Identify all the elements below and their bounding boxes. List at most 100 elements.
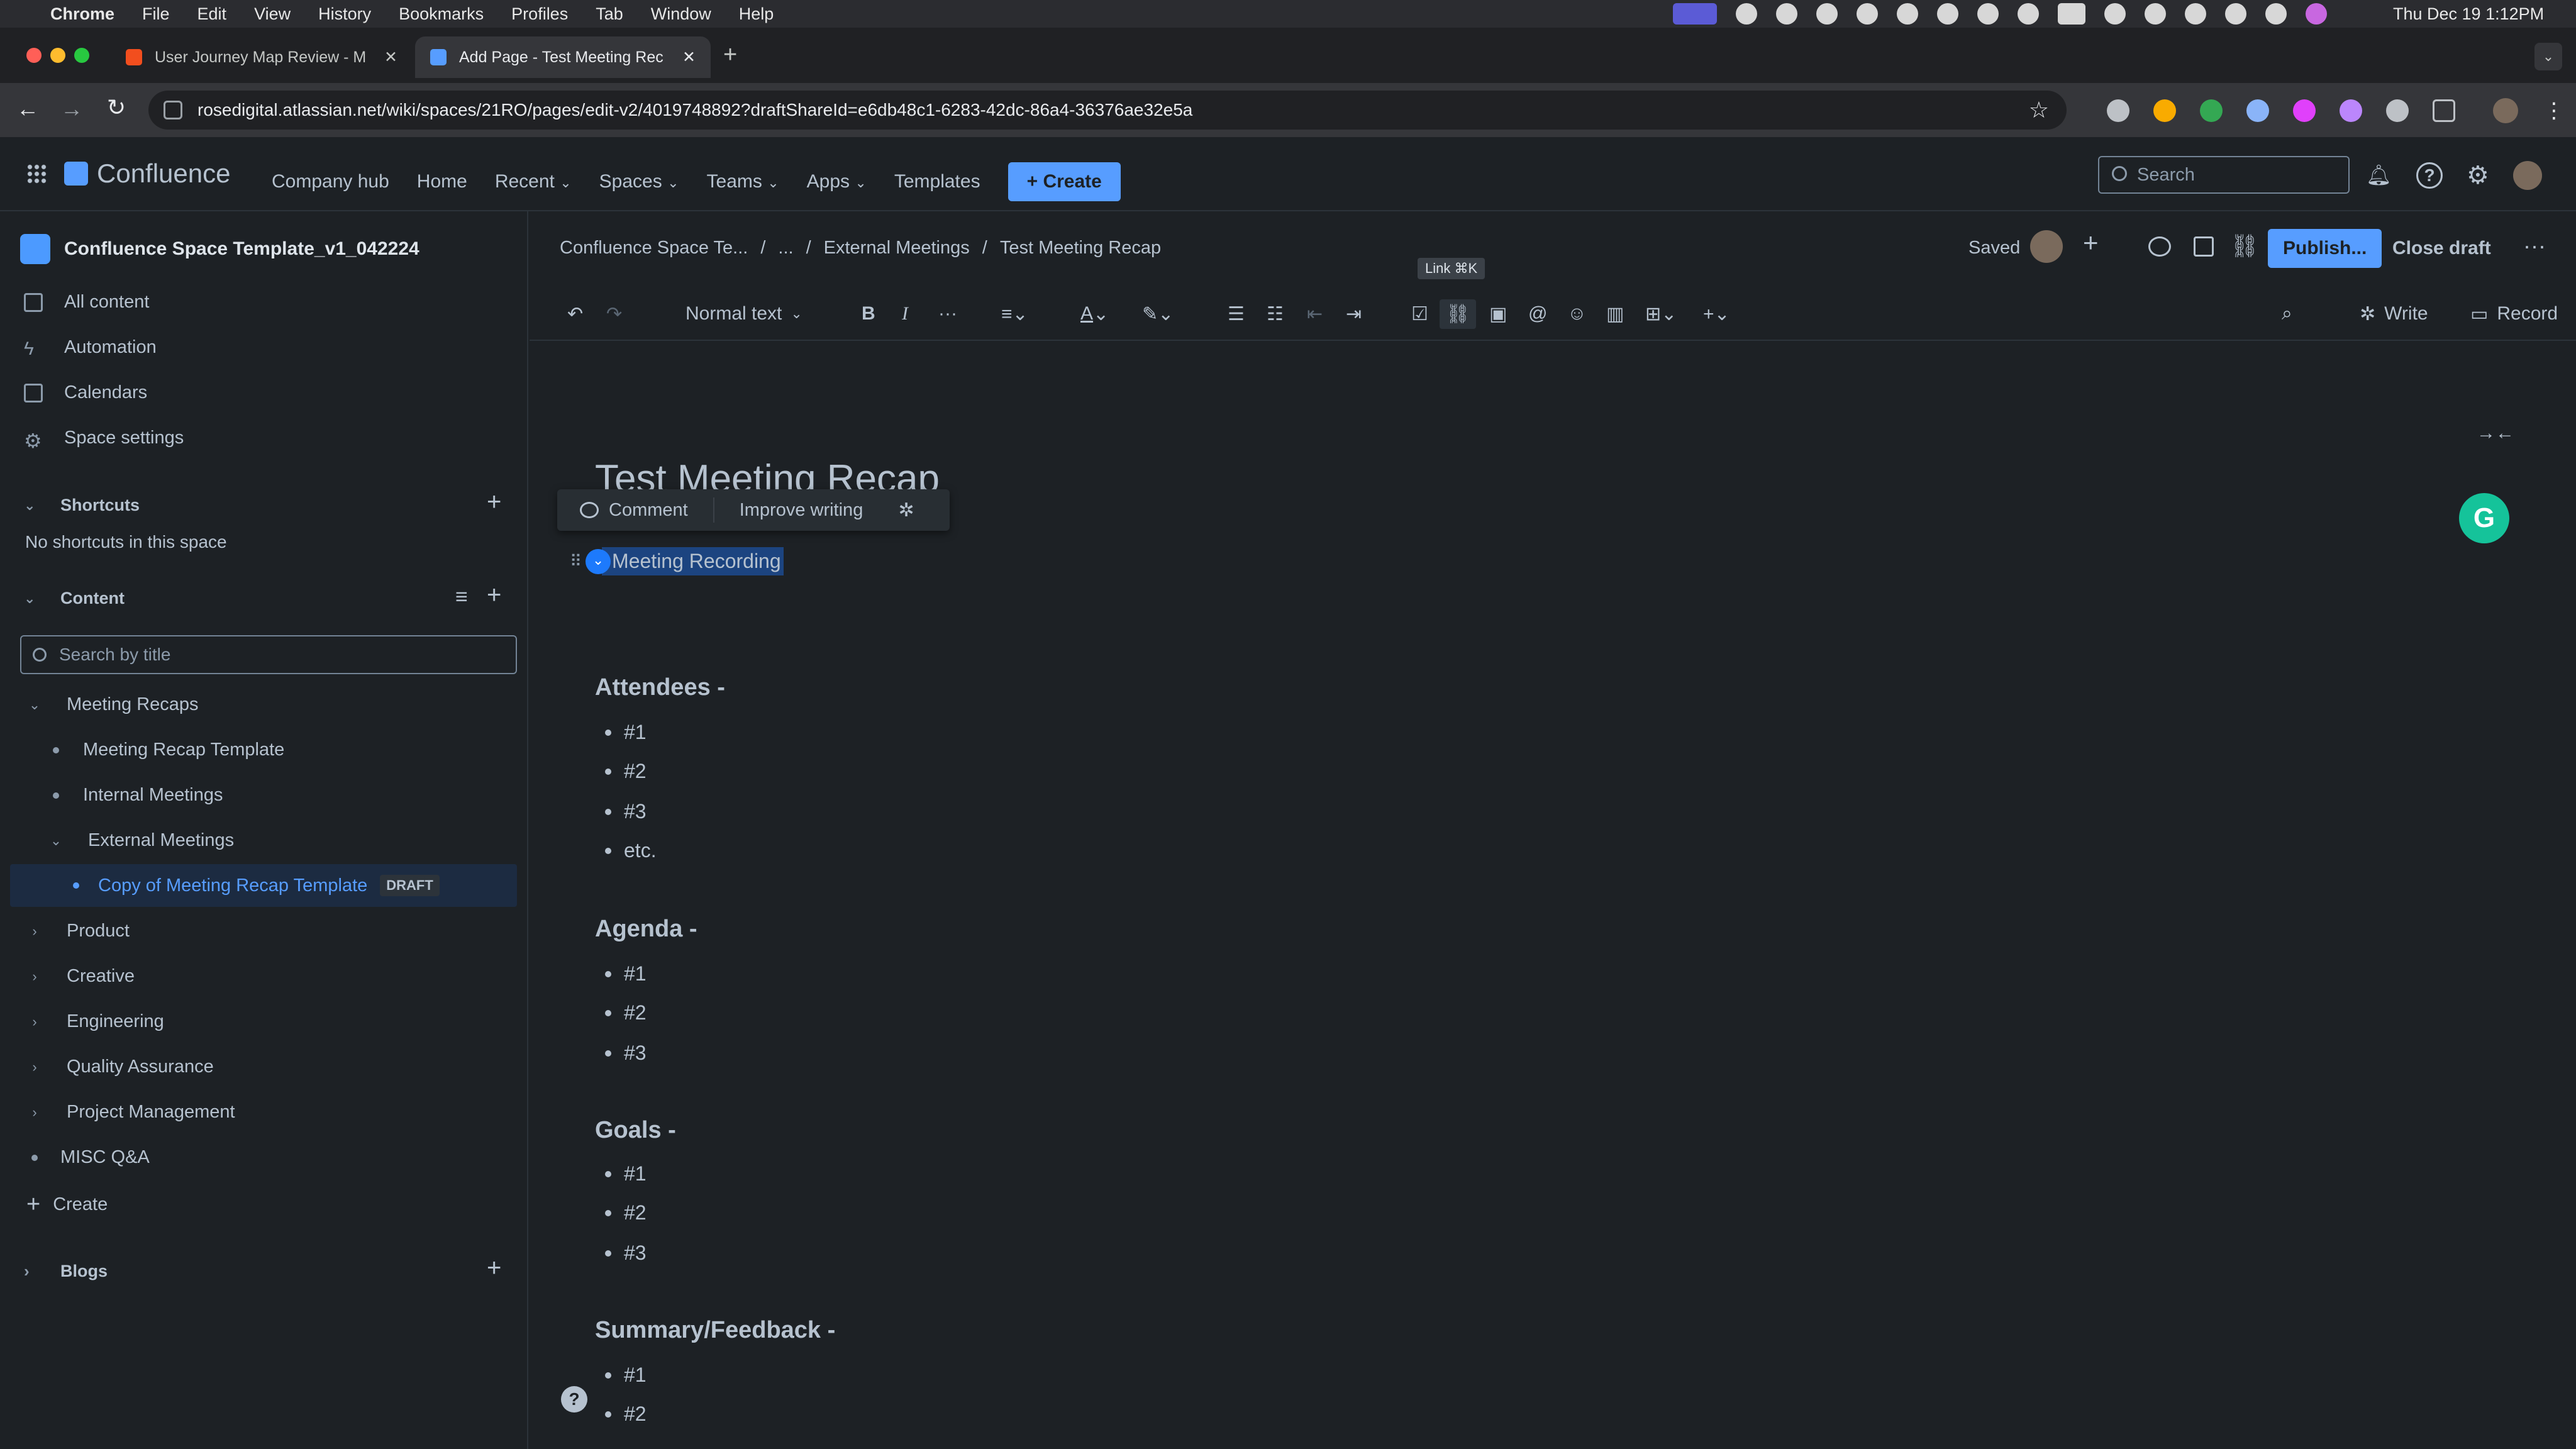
selected-paragraph[interactable]: ⠿ ⌄ Meeting Recording	[570, 547, 784, 575]
shortcuts-section-header[interactable]: ⌄ Shortcuts	[24, 496, 140, 515]
tab-search-icon[interactable]: ⌄	[2534, 43, 2562, 70]
add-collaborator-icon[interactable]: +	[2083, 228, 2099, 258]
nav-recent[interactable]: Recent ⌄	[495, 171, 572, 192]
numbered-list-icon[interactable]: ☷	[1267, 287, 1284, 341]
tree-item-copy-of-meeting-recap-template[interactable]: Copy of Meeting Recap Template DRAFT	[10, 864, 517, 907]
comments-icon[interactable]	[2148, 236, 2171, 257]
sidebar-create-button[interactable]: + Create	[26, 1191, 108, 1218]
text-color-icon[interactable]: A ⌄	[1080, 287, 1109, 341]
confluence-brand[interactable]: Confluence	[97, 158, 230, 189]
nav-spaces[interactable]: Spaces ⌄	[599, 171, 679, 192]
insert-more-icon[interactable]: +⌄	[1703, 287, 1730, 341]
add-content-icon[interactable]: +	[487, 581, 501, 609]
close-window-icon[interactable]	[26, 48, 42, 63]
minimize-window-icon[interactable]	[50, 48, 65, 63]
nav-templates[interactable]: Templates	[894, 171, 980, 192]
close-tab-icon[interactable]: ✕	[384, 48, 397, 67]
extension-icon[interactable]	[2107, 99, 2129, 122]
global-search-input[interactable]: Search	[2098, 156, 2350, 194]
selected-text[interactable]: Meeting Recording	[602, 547, 784, 575]
list-item[interactable]: etc.	[605, 839, 657, 862]
tree-item-project-management[interactable]: › Project Management	[28, 1102, 235, 1123]
menu-profiles[interactable]: Profiles	[511, 4, 568, 24]
profile-avatar-icon[interactable]	[2493, 98, 2518, 123]
list-item[interactable]: #2	[605, 760, 647, 783]
space-name[interactable]: Confluence Space Template_v1_042224	[64, 238, 419, 260]
list-item[interactable]: #2	[605, 1402, 647, 1426]
list-item[interactable]: #2	[605, 1201, 647, 1224]
pause-status-icon[interactable]	[1937, 3, 1958, 25]
publish-button[interactable]: Publish...	[2268, 229, 2382, 268]
wifi-icon[interactable]	[2145, 3, 2166, 25]
restrictions-icon[interactable]	[2194, 236, 2214, 257]
tree-item-external-meetings[interactable]: ⌄ External Meetings	[49, 830, 234, 851]
list-item[interactable]: #3	[605, 1241, 647, 1265]
italic-icon[interactable]: I	[902, 287, 908, 341]
menubar-clock[interactable]: Thu Dec 19 1:12PM	[2393, 4, 2544, 24]
grammarly-extension-icon[interactable]	[2386, 99, 2409, 122]
bullet-list-icon[interactable]: ☰	[1228, 287, 1245, 341]
drag-handle-icon[interactable]: ⠿	[570, 552, 582, 571]
search-by-title-input[interactable]: Search by title	[20, 635, 517, 674]
tree-item-meeting-recap-template[interactable]: Meeting Recap Template	[53, 740, 284, 760]
grammarly-status-icon[interactable]	[1736, 3, 1757, 25]
indent-icon[interactable]: ⇥	[1346, 287, 1362, 341]
heading-summary-feedback[interactable]: Summary/Feedback -	[595, 1317, 835, 1344]
siri-icon[interactable]	[2306, 3, 2327, 25]
drive-extension-icon[interactable]	[2200, 99, 2223, 122]
figma-status-icon[interactable]	[1816, 3, 1838, 25]
chevron-down-icon[interactable]: ⌄	[586, 548, 611, 574]
list-item[interactable]: #1	[605, 962, 647, 985]
sidebar-item-calendars[interactable]: Calendars	[24, 382, 147, 403]
nav-apps[interactable]: Apps ⌄	[807, 171, 867, 192]
menu-view[interactable]: View	[254, 4, 291, 24]
tree-item-product[interactable]: › Product	[28, 921, 130, 941]
maximize-window-icon[interactable]	[74, 48, 89, 63]
sidebar-item-space-settings[interactable]: ⚙ Space settings	[24, 428, 184, 452]
menu-file[interactable]: File	[142, 4, 170, 24]
breadcrumb-ellipsis[interactable]: ...	[778, 238, 793, 258]
blogs-section-header[interactable]: › Blogs	[24, 1262, 108, 1281]
extensions-puzzle-icon[interactable]	[2433, 99, 2455, 122]
content-section-header[interactable]: ⌄ Content	[24, 589, 125, 608]
extension-icon[interactable]	[2153, 99, 2176, 122]
layout-columns-icon[interactable]: ▥	[1606, 287, 1624, 341]
more-actions-icon[interactable]: ···	[2523, 233, 2546, 259]
search-helper-icon[interactable]	[1776, 3, 1797, 25]
list-item[interactable]: #1	[605, 1162, 647, 1185]
new-tab-icon[interactable]: +	[723, 42, 737, 69]
link-icon[interactable]: ⛓	[1439, 287, 1477, 341]
add-shortcut-icon[interactable]: +	[487, 488, 501, 516]
help-floating-icon[interactable]: ?	[561, 1386, 587, 1413]
menu-help[interactable]: Help	[739, 4, 774, 24]
close-draft-button[interactable]: Close draft	[2392, 238, 2491, 259]
control-center-icon[interactable]	[2265, 3, 2287, 25]
menu-tab[interactable]: Tab	[596, 4, 623, 24]
extension-icon[interactable]	[2246, 99, 2269, 122]
breadcrumb-external-meetings[interactable]: External Meetings	[824, 238, 970, 258]
sidebar-item-automation[interactable]: ϟ Automation	[24, 337, 157, 359]
settings-gear-icon[interactable]: ⚙	[2467, 161, 2489, 190]
space-logo-icon[interactable]	[20, 234, 50, 264]
image-icon[interactable]: ▣	[1489, 287, 1507, 341]
back-icon[interactable]: ←	[16, 96, 39, 122]
address-bar[interactable]: rosedigital.atlassian.net/wiki/spaces/21…	[148, 91, 2067, 130]
heading-goals[interactable]: Goals -	[595, 1117, 676, 1144]
reload-icon[interactable]: ↻	[107, 94, 126, 121]
spotlight-icon[interactable]	[2225, 3, 2246, 25]
copy-link-icon[interactable]: ⛓	[2230, 233, 2259, 259]
nav-home[interactable]: Home	[417, 171, 467, 192]
improve-writing-button[interactable]: Improve writing	[740, 500, 863, 521]
screen-share-icon[interactable]	[1673, 3, 1717, 25]
emoji-icon[interactable]: ☺	[1567, 287, 1587, 341]
notifications-icon[interactable]: 🔔︎	[2366, 163, 2392, 188]
table-icon[interactable]: ⊞⌄	[1645, 287, 1677, 341]
sidebar-item-all-content[interactable]: All content	[24, 292, 149, 313]
menu-history[interactable]: History	[318, 4, 371, 24]
list-item[interactable]: #1	[605, 721, 647, 744]
heading-agenda[interactable]: Agenda -	[595, 916, 697, 943]
tree-item-internal-meetings[interactable]: Internal Meetings	[53, 785, 223, 806]
tree-item-creative[interactable]: › Creative	[28, 966, 135, 987]
comment-popup-button[interactable]: Comment	[580, 500, 688, 521]
help-icon[interactable]: ?	[2416, 162, 2443, 189]
